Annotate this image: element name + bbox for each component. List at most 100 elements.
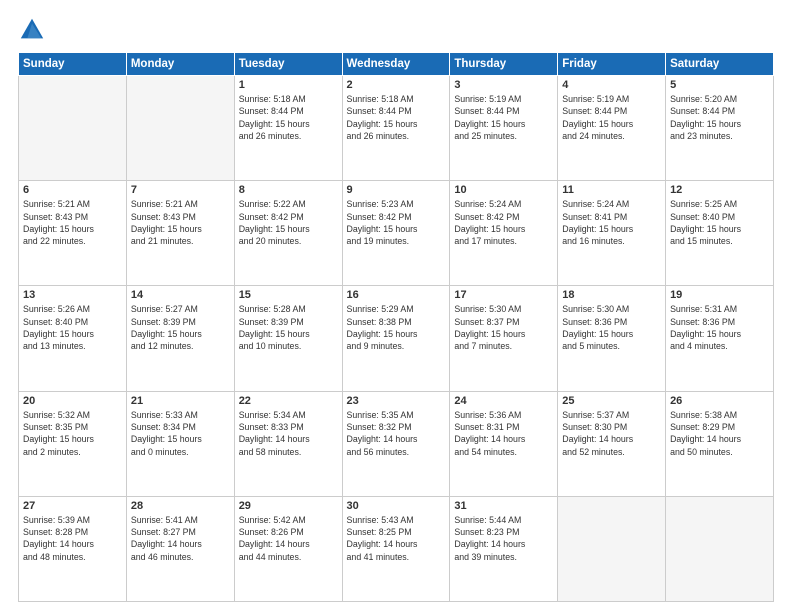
weekday-header-monday: Monday: [126, 53, 234, 76]
day-cell: 10 Sunrise: 5:24 AM Sunset: 8:42 PM Dayli…: [450, 181, 558, 286]
day-number: 31: [454, 500, 553, 512]
day-number: 27: [23, 500, 122, 512]
day-info: Sunrise: 5:43 AM Sunset: 8:25 PM Dayligh…: [347, 514, 446, 563]
weekday-header-row: SundayMondayTuesdayWednesdayThursdayFrid…: [19, 53, 774, 76]
day-info: Sunrise: 5:26 AM Sunset: 8:40 PM Dayligh…: [23, 303, 122, 352]
day-cell: [126, 76, 234, 181]
day-cell: 22Sunrise: 5:34 AM Sunset: 8:33 PM Dayli…: [234, 391, 342, 496]
logo-icon: [18, 16, 46, 44]
weekday-header-wednesday: Wednesday: [342, 53, 450, 76]
day-info: Sunrise: 5:33 AM Sunset: 8:34 PM Dayligh…: [131, 409, 230, 458]
day-number: 26: [670, 395, 769, 407]
day-cell: 21 Sunrise: 5:33 AM Sunset: 8:34 PM Dayli…: [126, 391, 234, 496]
day-cell: [666, 496, 774, 601]
day-info: Sunrise: 5:31 AM Sunset: 8:36 PM Dayligh…: [670, 303, 769, 352]
page: SundayMondayTuesdayWednesdayThursdayFrid…: [0, 0, 792, 612]
calendar: SundayMondayTuesdayWednesdayThursdayFrid…: [18, 52, 774, 602]
day-cell: 24 Sunrise: 5:36 AM Sunset: 8:31 PM Dayli…: [450, 391, 558, 496]
day-cell: 2 Sunrise: 5:18 AM Sunset: 8:44 PM Daylig…: [342, 76, 450, 181]
day-info: Sunrise: 5:21 AM Sunset: 8:43 PM Dayligh…: [131, 198, 230, 247]
day-number: 5: [670, 79, 769, 91]
day-number: 8: [239, 184, 338, 196]
day-info: Sunrise: 5:25 AM Sunset: 8:40 PM Dayligh…: [670, 198, 769, 247]
day-number: 20: [23, 395, 122, 407]
day-number: 14: [131, 289, 230, 301]
day-number: 29: [239, 500, 338, 512]
day-info: Sunrise: 5:32 AM Sunset: 8:35 PM Dayligh…: [23, 409, 122, 458]
day-cell: 30 Sunrise: 5:43 AM Sunset: 8:25 PM Dayli…: [342, 496, 450, 601]
day-info: Sunrise: 5:39 AM Sunset: 8:28 PM Dayligh…: [23, 514, 122, 563]
day-info: Sunrise: 5:22 AM Sunset: 8:42 PM Dayligh…: [239, 198, 338, 247]
day-info: Sunrise: 5:35 AM Sunset: 8:32 PM Dayligh…: [347, 409, 446, 458]
week-row-4: 27 Sunrise: 5:39 AM Sunset: 8:28 PM Dayli…: [19, 496, 774, 601]
header: [18, 16, 774, 44]
day-number: 30: [347, 500, 446, 512]
day-number: 15: [239, 289, 338, 301]
day-cell: 29 Sunrise: 5:42 AM Sunset: 8:26 PM Dayli…: [234, 496, 342, 601]
day-cell: 8 Sunrise: 5:22 AM Sunset: 8:42 PM Daylig…: [234, 181, 342, 286]
day-info: Sunrise: 5:41 AM Sunset: 8:27 PM Dayligh…: [131, 514, 230, 563]
day-info: Sunrise: 5:23 AM Sunset: 8:42 PM Dayligh…: [347, 198, 446, 247]
day-info: Sunrise: 5:34 AM Sunset: 8:33 PM Dayligh…: [239, 409, 338, 458]
day-cell: 15 Sunrise: 5:28 AM Sunset: 8:39 PM Dayli…: [234, 286, 342, 391]
day-number: 2: [347, 79, 446, 91]
day-cell: 17 Sunrise: 5:30 AM Sunset: 8:37 PM Dayli…: [450, 286, 558, 391]
day-number: 11: [562, 184, 661, 196]
day-info: Sunrise: 5:19 AM Sunset: 8:44 PM Dayligh…: [454, 93, 553, 142]
day-info: Sunrise: 5:30 AM Sunset: 8:36 PM Dayligh…: [562, 303, 661, 352]
day-cell: 12 Sunrise: 5:25 AM Sunset: 8:40 PM Dayli…: [666, 181, 774, 286]
day-info: Sunrise: 5:37 AM Sunset: 8:30 PM Dayligh…: [562, 409, 661, 458]
week-row-0: 1 Sunrise: 5:18 AM Sunset: 8:44 PM Daylig…: [19, 76, 774, 181]
day-cell: 25 Sunrise: 5:37 AM Sunset: 8:30 PM Dayli…: [558, 391, 666, 496]
day-number: 12: [670, 184, 769, 196]
day-info: Sunrise: 5:21 AM Sunset: 8:43 PM Dayligh…: [23, 198, 122, 247]
day-info: Sunrise: 5:18 AM Sunset: 8:44 PM Dayligh…: [347, 93, 446, 142]
day-number: 9: [347, 184, 446, 196]
logo: [18, 16, 48, 44]
day-number: 18: [562, 289, 661, 301]
day-number: 24: [454, 395, 553, 407]
week-row-3: 20 Sunrise: 5:32 AM Sunset: 8:35 PM Dayli…: [19, 391, 774, 496]
day-number: 19: [670, 289, 769, 301]
day-cell: 16 Sunrise: 5:29 AM Sunset: 8:38 PM Dayli…: [342, 286, 450, 391]
day-info: Sunrise: 5:20 AM Sunset: 8:44 PM Dayligh…: [670, 93, 769, 142]
day-cell: 1 Sunrise: 5:18 AM Sunset: 8:44 PM Daylig…: [234, 76, 342, 181]
day-number: 4: [562, 79, 661, 91]
day-info: Sunrise: 5:29 AM Sunset: 8:38 PM Dayligh…: [347, 303, 446, 352]
day-info: Sunrise: 5:28 AM Sunset: 8:39 PM Dayligh…: [239, 303, 338, 352]
day-number: 1: [239, 79, 338, 91]
day-info: Sunrise: 5:24 AM Sunset: 8:41 PM Dayligh…: [562, 198, 661, 247]
day-number: 25: [562, 395, 661, 407]
day-info: Sunrise: 5:36 AM Sunset: 8:31 PM Dayligh…: [454, 409, 553, 458]
day-number: 23: [347, 395, 446, 407]
day-cell: 4 Sunrise: 5:19 AM Sunset: 8:44 PM Daylig…: [558, 76, 666, 181]
day-cell: [558, 496, 666, 601]
week-row-2: 13Sunrise: 5:26 AM Sunset: 8:40 PM Dayli…: [19, 286, 774, 391]
day-number: 17: [454, 289, 553, 301]
day-info: Sunrise: 5:30 AM Sunset: 8:37 PM Dayligh…: [454, 303, 553, 352]
day-info: Sunrise: 5:44 AM Sunset: 8:23 PM Dayligh…: [454, 514, 553, 563]
week-row-1: 6Sunrise: 5:21 AM Sunset: 8:43 PM Daylig…: [19, 181, 774, 286]
day-cell: 26Sunrise: 5:38 AM Sunset: 8:29 PM Dayli…: [666, 391, 774, 496]
day-cell: 27 Sunrise: 5:39 AM Sunset: 8:28 PM Dayli…: [19, 496, 127, 601]
weekday-header-sunday: Sunday: [19, 53, 127, 76]
day-cell: 7Sunrise: 5:21 AM Sunset: 8:43 PM Daylig…: [126, 181, 234, 286]
day-number: 21: [131, 395, 230, 407]
day-cell: 14 Sunrise: 5:27 AM Sunset: 8:39 PM Dayli…: [126, 286, 234, 391]
day-info: Sunrise: 5:19 AM Sunset: 8:44 PM Dayligh…: [562, 93, 661, 142]
day-cell: 9 Sunrise: 5:23 AM Sunset: 8:42 PM Daylig…: [342, 181, 450, 286]
day-info: Sunrise: 5:18 AM Sunset: 8:44 PM Dayligh…: [239, 93, 338, 142]
weekday-header-tuesday: Tuesday: [234, 53, 342, 76]
day-number: 16: [347, 289, 446, 301]
day-cell: [19, 76, 127, 181]
day-info: Sunrise: 5:27 AM Sunset: 8:39 PM Dayligh…: [131, 303, 230, 352]
day-cell: 13Sunrise: 5:26 AM Sunset: 8:40 PM Dayli…: [19, 286, 127, 391]
weekday-header-thursday: Thursday: [450, 53, 558, 76]
day-info: Sunrise: 5:24 AM Sunset: 8:42 PM Dayligh…: [454, 198, 553, 247]
day-number: 10: [454, 184, 553, 196]
day-cell: 6Sunrise: 5:21 AM Sunset: 8:43 PM Daylig…: [19, 181, 127, 286]
day-info: Sunrise: 5:42 AM Sunset: 8:26 PM Dayligh…: [239, 514, 338, 563]
day-cell: 28Sunrise: 5:41 AM Sunset: 8:27 PM Dayli…: [126, 496, 234, 601]
day-cell: 20 Sunrise: 5:32 AM Sunset: 8:35 PM Dayli…: [19, 391, 127, 496]
day-cell: 19 Sunrise: 5:31 AM Sunset: 8:36 PM Dayli…: [666, 286, 774, 391]
